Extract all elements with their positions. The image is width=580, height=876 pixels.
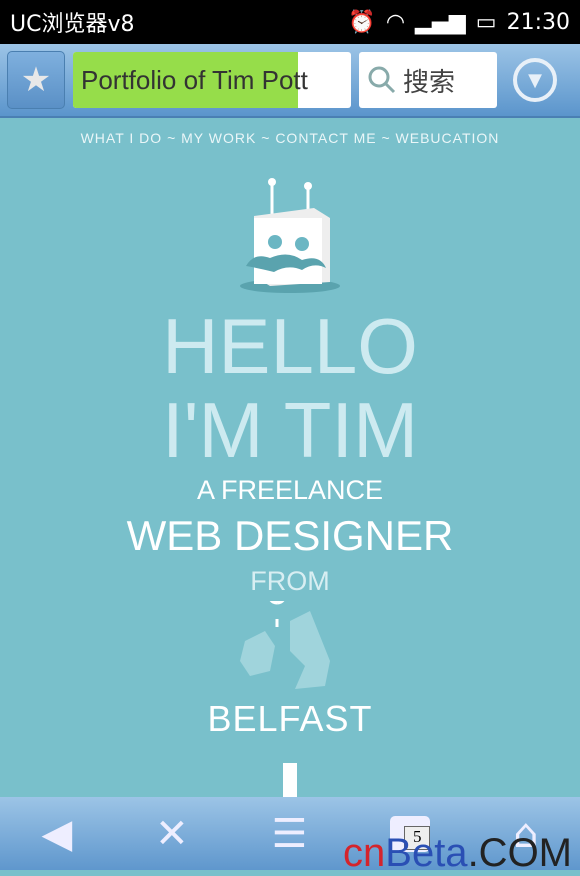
nav-sep: ~	[381, 130, 391, 146]
site-nav: WHAT I DO ~ MY WORK ~ CONTACT ME ~ WEBUC…	[0, 130, 580, 146]
back-icon[interactable]: ◀	[41, 811, 72, 857]
address-bar[interactable]: Portfolio of Tim Pott	[73, 52, 351, 108]
nav-what-i-do[interactable]: WHAT I DO	[81, 130, 163, 146]
chevron-down-icon: ▼	[528, 69, 542, 91]
nav-sep: ~	[167, 130, 177, 146]
bottom-toolbar: ◀ ✕ ☰ 5 ⌂ cnBeta.COM	[0, 797, 580, 875]
im-tim-heading: I'M TIM	[161, 386, 419, 474]
wifi-icon: ◠	[385, 9, 406, 35]
page-title: Portfolio of Tim Pott	[81, 64, 308, 95]
hero: HELLO I'M TIM A FREELANCE WEB DESIGNER F…	[0, 146, 580, 740]
nav-webucation[interactable]: WEBUCATION	[396, 130, 500, 146]
robot-logo-icon	[240, 178, 340, 293]
alarm-icon: ⏰	[348, 9, 376, 35]
browser-toolbar: ★ Portfolio of Tim Pott 搜索 ▼	[0, 44, 580, 118]
uk-ireland-map-icon	[240, 585, 330, 689]
search-placeholder: 搜索	[403, 67, 456, 98]
hello-heading: HELLO	[162, 302, 418, 390]
scroll-indicator	[283, 763, 297, 797]
search-box[interactable]: 搜索	[359, 52, 497, 108]
tagline-3: FROM	[250, 566, 330, 596]
signal-icon: ▂▄▆	[415, 9, 466, 35]
menu-list-icon[interactable]: ☰	[272, 811, 308, 857]
close-icon[interactable]: ✕	[155, 811, 189, 857]
city: BELFAST	[207, 698, 373, 739]
app-name: UC浏览器v8	[10, 12, 135, 37]
nav-contact-me[interactable]: CONTACT ME	[275, 130, 376, 146]
bookmark-star-button[interactable]: ★	[7, 51, 65, 109]
search-icon	[368, 66, 396, 94]
star-icon: ★	[20, 60, 52, 100]
nav-sep: ~	[261, 130, 271, 146]
clock: 21:30	[506, 9, 570, 35]
cnbeta-watermark: cnBeta.COM	[343, 831, 572, 875]
menu-dropdown-button[interactable]: ▼	[513, 58, 557, 102]
nav-my-work[interactable]: MY WORK	[181, 130, 256, 146]
tagline-1: A FREELANCE	[196, 475, 384, 505]
tagline-2: WEB DESIGNER	[126, 512, 454, 559]
battery-icon: ▭	[475, 9, 497, 35]
status-bar: UC浏览器v8 ⏰ ◠ ▂▄▆ ▭ 21:30	[0, 0, 580, 44]
